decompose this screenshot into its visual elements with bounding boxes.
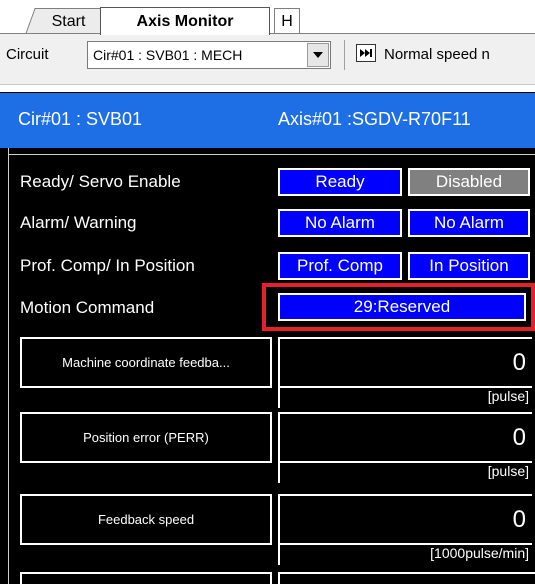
warning-status: No Alarm [408, 209, 530, 237]
panel-top-border [8, 154, 535, 155]
highlight-box [262, 283, 535, 331]
axis-header: Cir#01 : SVB01 Axis#01 :SGDV-R70F11 [0, 92, 535, 149]
position-error-value: 0 [278, 412, 532, 463]
divider-line [278, 543, 280, 565]
position-error-unit: [pulse] [487, 463, 529, 479]
servo-enable-status: Disabled [408, 168, 530, 196]
motion-command-label: Motion Command [20, 298, 155, 317]
position-error-button[interactable]: Position error (PERR) [20, 412, 272, 463]
circuit-select-value: Cir#01 : SVB01 : MECH [93, 47, 243, 63]
ready-status: Ready [278, 168, 402, 196]
tab-axis-monitor-label: Axis Monitor [136, 12, 234, 30]
feedback-speed-unit: [1000pulse/min] [430, 545, 529, 561]
next-feedback-value [278, 572, 535, 584]
toolbar-separator [344, 40, 345, 70]
fast-forward-icon[interactable] [356, 44, 376, 62]
machine-coordinate-feedback-button[interactable]: Machine coordinate feedba... [20, 337, 272, 388]
feedback-speed-button[interactable]: Feedback speed [20, 494, 272, 545]
dropdown-button[interactable] [307, 43, 329, 67]
divider-line [278, 386, 280, 408]
tab-h-label: H [281, 12, 293, 30]
machine-coordinate-feedback-value: 0 [278, 337, 532, 388]
tab-strip: Start Axis Monitor H [0, 0, 535, 35]
tab-axis-monitor[interactable]: Axis Monitor [100, 7, 270, 35]
ready-servo-label: Ready/ Servo Enable [20, 172, 181, 191]
alarm-status: No Alarm [278, 209, 402, 237]
tab-start-label: Start [51, 12, 86, 30]
speed-mode-label[interactable]: Normal speed n [384, 46, 490, 63]
panel-left-border [8, 148, 9, 584]
circuit-toolbar: Circuit Cir#01 : SVB01 : MECH Normal spe… [0, 34, 535, 85]
feedback-speed-value: 0 [278, 494, 532, 545]
alarm-warning-label: Alarm/ Warning [20, 213, 137, 232]
header-axis: Axis#01 :SGDV-R70F11 [278, 109, 471, 129]
tab-h[interactable]: H [274, 8, 300, 34]
header-circuit: Cir#01 : SVB01 [18, 109, 143, 129]
circuit-label: Circuit [6, 46, 49, 63]
next-feedback-button[interactable] [20, 572, 272, 584]
divider-line [278, 461, 280, 483]
prof-comp-status: Prof. Comp [278, 252, 402, 280]
in-position-status: In Position [408, 252, 530, 280]
chevron-down-icon [313, 52, 323, 58]
machine-coordinate-feedback-unit: [pulse] [487, 388, 529, 404]
prof-comp-in-position-label: Prof. Comp/ In Position [20, 256, 195, 275]
circuit-select[interactable]: Cir#01 : SVB01 : MECH [87, 41, 331, 69]
